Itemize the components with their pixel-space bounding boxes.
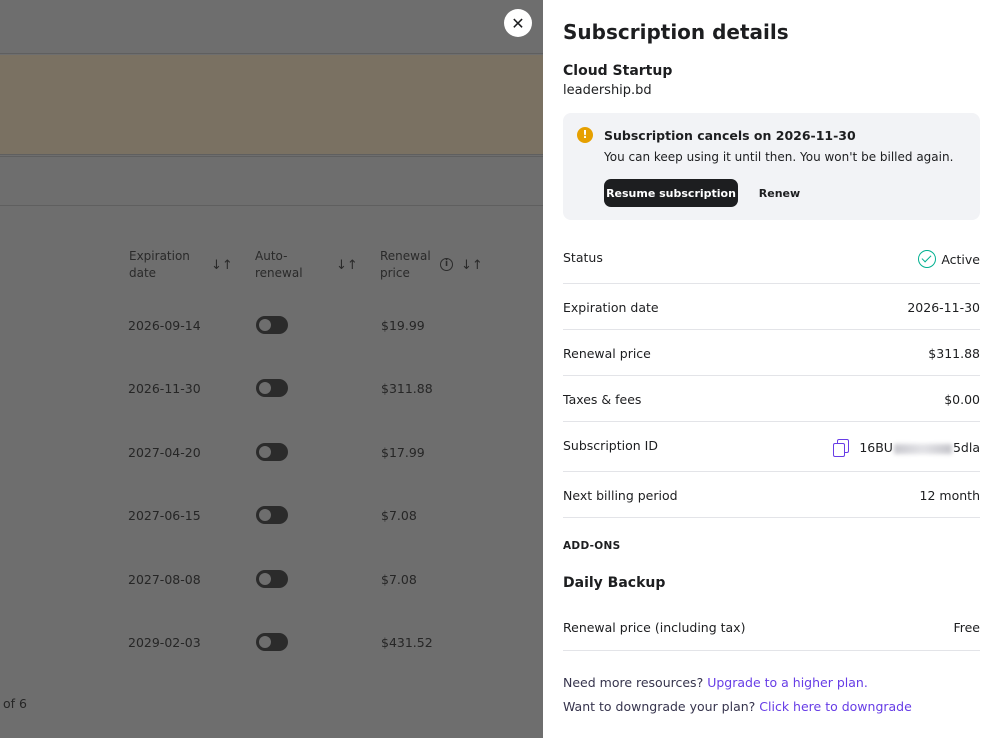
table-cell-price: $7.08 <box>381 572 417 587</box>
detail-value: 12 month <box>919 488 980 503</box>
close-icon: ✕ <box>511 13 525 33</box>
renew-button[interactable]: Renew <box>753 179 806 207</box>
sort-icon[interactable]: ↓↑ <box>336 258 358 273</box>
detail-value: $311.88 <box>928 346 980 361</box>
detail-row-billing-period: Next billing period 12 month <box>563 472 980 518</box>
upgrade-link[interactable]: Upgrade to a higher plan. <box>707 675 868 690</box>
domain-name: leadership.bd <box>563 83 652 98</box>
alert-title: Subscription cancels on 2026-11-30 <box>604 128 856 143</box>
table-cell-price: $19.99 <box>381 318 425 333</box>
detail-label: Taxes & fees <box>563 392 642 407</box>
panel-title: Subscription details <box>563 20 789 44</box>
check-circle-icon <box>918 250 936 268</box>
table-cell-date: 2026-09-14 <box>128 318 201 333</box>
detail-row-taxes: Taxes & fees $0.00 <box>563 376 980 422</box>
table-cell-date: 2027-06-15 <box>128 508 201 523</box>
resume-subscription-button[interactable]: Resume subscription <box>604 179 738 207</box>
info-icon[interactable]: i <box>440 258 453 271</box>
detail-label: Next billing period <box>563 488 678 503</box>
auto-renewal-toggle[interactable] <box>256 316 288 334</box>
alert-text: You can keep using it until then. You wo… <box>604 150 954 164</box>
background-banner <box>0 55 543 155</box>
downgrade-link[interactable]: Click here to downgrade <box>759 699 912 714</box>
copy-icon[interactable] <box>833 439 849 457</box>
table-cell-price: $431.52 <box>381 635 433 650</box>
detail-label: Renewal price <box>563 346 651 361</box>
detail-row-status: Status Active <box>563 238 980 284</box>
auto-renewal-toggle[interactable] <box>256 633 288 651</box>
background-topbar <box>0 0 543 54</box>
auto-renewal-toggle[interactable] <box>256 570 288 588</box>
detail-label: Renewal price (including tax) <box>563 620 746 635</box>
detail-row-subscription-id: Subscription ID 16BU 5dla <box>563 422 980 472</box>
addons-section-label: ADD-ONS <box>563 540 621 552</box>
detail-value: $0.00 <box>944 392 980 407</box>
column-header-auto-renewal[interactable]: Auto-renewal <box>255 248 315 282</box>
detail-row-expiration: Expiration date 2026-11-30 <box>563 284 980 330</box>
sort-icon[interactable]: ↓↑ <box>211 258 233 273</box>
detail-label: Subscription ID <box>563 438 658 453</box>
column-header-expiration[interactable]: Expiration date <box>129 248 199 282</box>
close-panel-button[interactable]: ✕ <box>504 9 532 37</box>
subscription-id-suffix: 5dla <box>952 440 980 455</box>
subscription-details-panel: Subscription details Cloud Startup leade… <box>543 0 1000 738</box>
pagination-text: of 6 <box>3 696 27 711</box>
detail-label: Expiration date <box>563 300 659 315</box>
warning-icon: ! <box>577 127 593 143</box>
plan-name: Cloud Startup <box>563 63 673 79</box>
table-cell-date: 2026-11-30 <box>128 381 201 396</box>
subscription-id-value[interactable]: 16BU 5dla <box>859 440 980 455</box>
sort-icon[interactable]: ↓↑ <box>461 258 483 273</box>
detail-row-addon-price: Renewal price (including tax) Free <box>563 606 980 651</box>
downgrade-text: Want to downgrade your plan? <box>563 699 756 714</box>
table-cell-price: $7.08 <box>381 508 417 523</box>
upgrade-line: Need more resources? Upgrade to a higher… <box>563 675 868 690</box>
table-cell-date: 2027-08-08 <box>128 572 201 587</box>
detail-label: Status <box>563 250 603 265</box>
auto-renewal-toggle[interactable] <box>256 379 288 397</box>
addon-name: Daily Backup <box>563 575 666 591</box>
upgrade-text: Need more resources? <box>563 675 704 690</box>
table-cell-date: 2029-02-03 <box>128 635 201 650</box>
subscription-id-prefix: 16BU <box>859 440 893 455</box>
detail-value: 2026-11-30 <box>907 300 980 315</box>
cancellation-alert: ! Subscription cancels on 2026-11-30 You… <box>563 113 980 220</box>
background-page: Expiration date ↓↑ Auto-renewal ↓↑ Renew… <box>0 0 543 738</box>
detail-row-renewal-price: Renewal price $311.88 <box>563 330 980 376</box>
background-filter-bar <box>0 156 543 206</box>
status-value: Active <box>941 252 980 267</box>
detail-value: Free <box>953 620 980 635</box>
auto-renewal-toggle[interactable] <box>256 443 288 461</box>
auto-renewal-toggle[interactable] <box>256 506 288 524</box>
downgrade-line: Want to downgrade your plan? Click here … <box>563 699 912 714</box>
redacted-blur <box>893 443 952 454</box>
table-cell-price: $17.99 <box>381 445 425 460</box>
column-header-renewal-price[interactable]: Renewal price <box>380 248 435 282</box>
table-cell-date: 2027-04-20 <box>128 445 201 460</box>
table-cell-price: $311.88 <box>381 381 433 396</box>
